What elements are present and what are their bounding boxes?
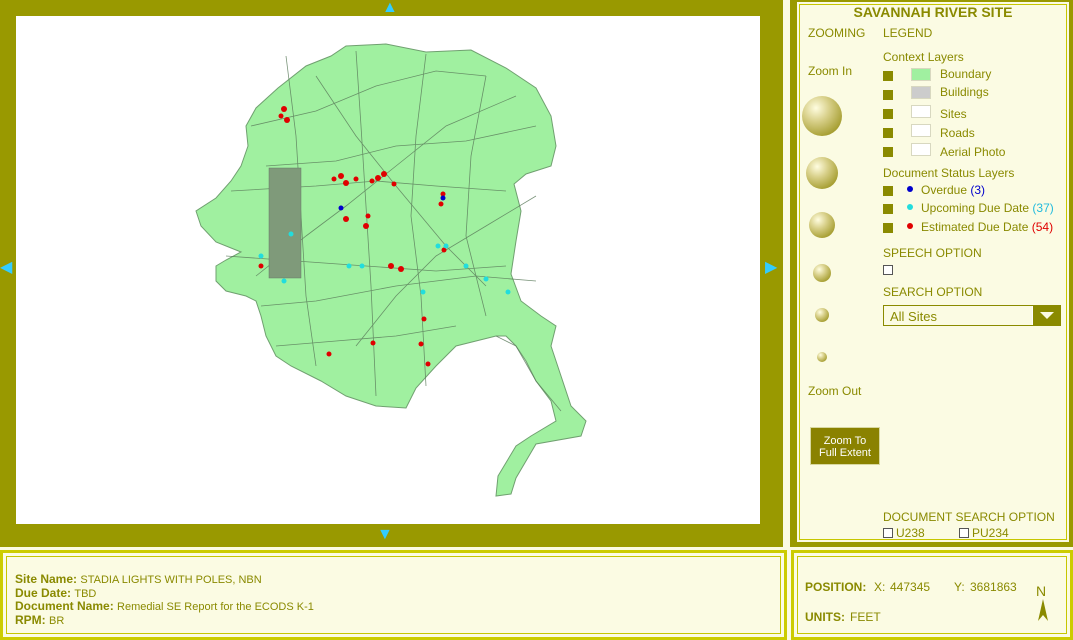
toggle-estimated[interactable]	[883, 223, 893, 233]
toggle-overdue[interactable]	[883, 186, 893, 196]
u238-label: U238	[896, 526, 925, 540]
u238-checkbox[interactable]	[883, 528, 893, 538]
roads-swatch	[911, 124, 931, 137]
toggle-buildings[interactable]	[883, 90, 893, 100]
info-panel-border	[6, 556, 781, 634]
aerial-photo-swatch	[911, 143, 931, 156]
site-boundary	[195, 43, 587, 497]
rpm-row: RPM: BR	[15, 613, 65, 627]
upcoming-dot-icon	[907, 204, 913, 210]
units-value: FEET	[850, 610, 881, 624]
info-panel: Site Name: STADIA LIGHTS WITH POLES, NBN…	[0, 550, 787, 640]
pan-down-icon[interactable]: ▼	[377, 527, 393, 543]
zoom-level-2[interactable]	[806, 157, 838, 189]
zoom-full-extent-button[interactable]: Zoom To Full Extent	[810, 427, 880, 465]
zoom-level-3[interactable]	[809, 212, 835, 238]
north-label: N	[1036, 583, 1047, 599]
y-label: Y:	[954, 580, 965, 594]
site-name-row: Site Name: STADIA LIGHTS WITH POLES, NBN	[15, 572, 262, 586]
site-name-value: STADIA LIGHTS WITH POLES, NBN	[80, 574, 262, 586]
search-option-value: All Sites	[890, 309, 937, 324]
zooming-heading: ZOOMING	[808, 26, 866, 40]
panel-title: SAVANNAH RIVER SITE	[853, 4, 1013, 20]
context-item-aerial-photo: Aerial Photo	[940, 145, 1006, 159]
aerial-photo-tile	[268, 167, 302, 279]
search-option-heading: SEARCH OPTION	[883, 285, 983, 299]
pan-left-icon[interactable]: ◀	[0, 260, 12, 276]
boundary-swatch	[911, 68, 931, 81]
x-value: 447345	[890, 580, 931, 594]
position-label: POSITION:	[805, 580, 867, 594]
toggle-sites[interactable]	[883, 109, 893, 119]
north-arrow-icon	[1038, 599, 1048, 621]
zoom-level-1[interactable]	[802, 96, 842, 136]
status-item-overdue: Overdue (3)	[921, 183, 986, 197]
due-date-row: Due Date: TBD	[15, 586, 97, 600]
context-item-buildings: Buildings	[940, 85, 989, 99]
context-item-sites: Sites	[940, 107, 967, 121]
status-item-upcoming: Upcoming Due Date (37)	[921, 201, 1054, 215]
map-canvas[interactable]	[16, 16, 760, 524]
dropdown-arrow-icon[interactable]	[1032, 306, 1060, 325]
speech-option-checkbox[interactable]	[883, 265, 893, 275]
pan-up-icon[interactable]: ▲	[382, 0, 398, 16]
toggle-aerial-photo[interactable]	[883, 147, 893, 157]
pu234-checkbox[interactable]	[959, 528, 969, 538]
map-frame: ▲ ▼ ◀ ▶	[0, 0, 783, 547]
pu234-label: PU234	[972, 526, 1009, 540]
doc-status-heading: Document Status Layers	[883, 166, 1015, 180]
estimated-dot-icon	[907, 223, 913, 229]
zoom-full-line-1: Zoom To	[823, 435, 867, 447]
zoom-full-line-2: Full Extent	[819, 447, 871, 459]
overdue-dot-icon	[907, 186, 913, 192]
toggle-boundary[interactable]	[883, 71, 893, 81]
context-item-boundary: Boundary	[940, 67, 992, 81]
doc-search-heading: DOCUMENT SEARCH OPTION	[883, 510, 1055, 524]
position-panel-inner: POSITION: X: 447345 Y: 3681863 UNITS: FE…	[794, 553, 1070, 637]
document-name-value: Remedial SE Report for the ECODS K-1	[117, 601, 314, 613]
zoom-level-5[interactable]	[815, 308, 829, 322]
zoom-level-4[interactable]	[813, 264, 831, 282]
toggle-upcoming[interactable]	[883, 204, 893, 214]
status-item-estimated: Estimated Due Date (54)	[921, 220, 1054, 234]
search-option-select[interactable]: All Sites	[883, 305, 1061, 326]
zoom-level-6[interactable]	[817, 352, 827, 362]
speech-option-heading: SPEECH OPTION	[883, 246, 982, 260]
zoom-out-label: Zoom Out	[808, 384, 862, 398]
side-panel-inner: SAVANNAH RIVER SITE ZOOMING LEGEND Zoom …	[795, 0, 1071, 544]
rpm-value: BR	[49, 615, 65, 627]
zoom-in-label: Zoom In	[808, 64, 853, 78]
info-panel-inner: Site Name: STADIA LIGHTS WITH POLES, NBN…	[3, 553, 784, 637]
legend-heading: LEGEND	[883, 26, 933, 40]
site-map[interactable]	[16, 16, 760, 524]
buildings-swatch	[911, 86, 931, 99]
side-panel: SAVANNAH RIVER SITE ZOOMING LEGEND Zoom …	[790, 0, 1073, 547]
context-item-roads: Roads	[940, 126, 975, 140]
pan-right-icon[interactable]: ▶	[765, 260, 777, 276]
y-value: 3681863	[970, 580, 1017, 594]
position-panel: POSITION: X: 447345 Y: 3681863 UNITS: FE…	[791, 550, 1073, 640]
x-label: X:	[874, 580, 886, 594]
document-name-row: Document Name: Remedial SE Report for th…	[15, 599, 314, 613]
sites-swatch	[911, 105, 931, 118]
units-label: UNITS:	[805, 610, 845, 624]
context-layers-heading: Context Layers	[883, 50, 964, 64]
toggle-roads[interactable]	[883, 128, 893, 138]
